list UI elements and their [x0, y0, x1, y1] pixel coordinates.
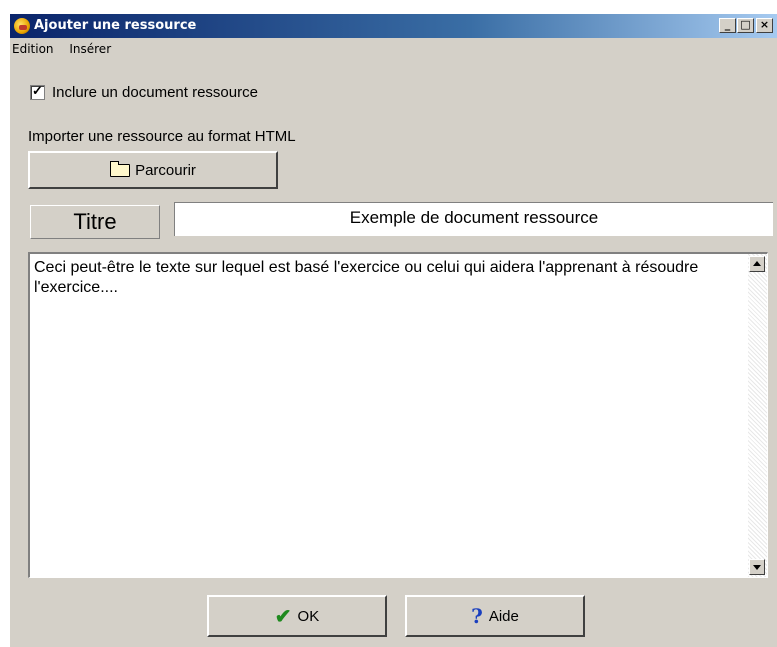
- title-label: Titre: [30, 205, 160, 239]
- include-resource-option[interactable]: Inclure un document ressource: [30, 83, 258, 101]
- ok-button[interactable]: ✔ OK: [207, 595, 387, 637]
- checkmark-icon: ✔: [274, 605, 292, 628]
- menu-inserer[interactable]: Insérer: [67, 40, 115, 58]
- resource-text[interactable]: Ceci peut-être le texte sur lequel est b…: [34, 258, 732, 298]
- question-mark-icon: ?: [471, 604, 483, 628]
- arrow-up-icon: [753, 261, 761, 266]
- scroll-down-button[interactable]: [749, 559, 765, 575]
- arrow-down-icon: [753, 565, 761, 570]
- browse-button[interactable]: Parcourir: [28, 151, 278, 189]
- vertical-scrollbar[interactable]: [748, 254, 767, 577]
- app-icon[interactable]: [14, 18, 30, 34]
- include-resource-checkbox[interactable]: [30, 83, 45, 100]
- minimize-button[interactable]: _: [719, 18, 736, 33]
- folder-open-icon: [110, 160, 131, 177]
- help-button[interactable]: ? Aide: [405, 595, 585, 637]
- resource-text-area[interactable]: Ceci peut-être le texte sur lequel est b…: [28, 252, 768, 578]
- help-button-label: Aide: [488, 607, 519, 625]
- menu-bar: Edition Insérer: [10, 40, 121, 60]
- ok-button-label: OK: [297, 607, 320, 625]
- title-input[interactable]: Exemple de document ressource: [174, 202, 773, 236]
- maximize-button[interactable]: □: [737, 18, 754, 33]
- close-button[interactable]: ×: [756, 18, 773, 33]
- menu-edition[interactable]: Edition: [10, 40, 58, 58]
- dialog-window: Ajouter une ressource _ □ × Edition Insé…: [10, 14, 777, 647]
- window-title: Ajouter une ressource: [34, 18, 197, 33]
- import-label: Importer une ressource au format HTML: [28, 128, 296, 145]
- browse-button-label: Parcourir: [135, 161, 196, 179]
- title-bar[interactable]: Ajouter une ressource _ □ ×: [10, 14, 777, 38]
- scroll-up-button[interactable]: [749, 256, 765, 272]
- include-resource-label: Inclure un document ressource: [52, 84, 258, 101]
